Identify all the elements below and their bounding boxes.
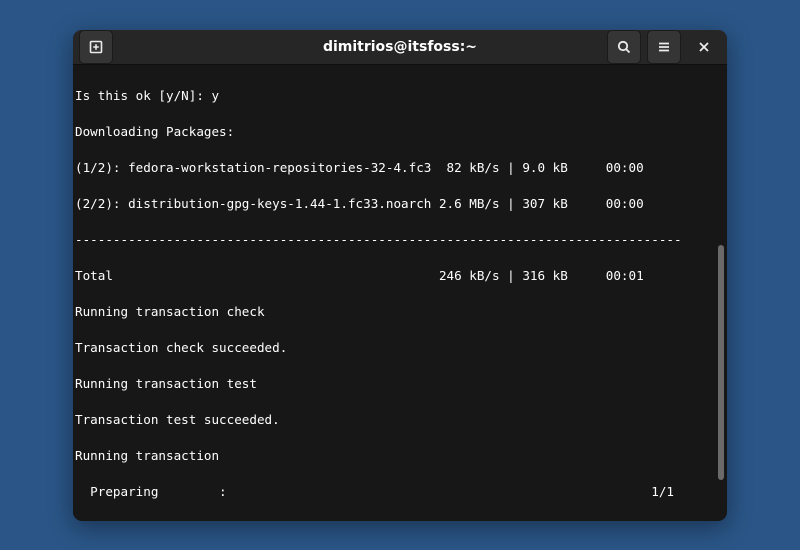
output-line: Running transaction test xyxy=(73,375,715,393)
output-line: Preparing : 1/1 xyxy=(73,483,715,501)
output-line: Running transaction check xyxy=(73,303,715,321)
new-tab-button[interactable] xyxy=(79,30,113,64)
output-line: ----------------------------------------… xyxy=(73,231,715,249)
terminal-body[interactable]: Is this ok [y/N]: y Downloading Packages… xyxy=(73,65,727,521)
window-title: dimitrios@itsfoss:~ xyxy=(323,39,477,55)
output-line: (2/2): distribution-gpg-keys-1.44-1.fc33… xyxy=(73,195,715,213)
terminal-output[interactable]: Is this ok [y/N]: y Downloading Packages… xyxy=(73,65,715,521)
titlebar: dimitrios@itsfoss:~ xyxy=(73,30,727,65)
output-line: Running transaction xyxy=(73,447,715,465)
output-line: Is this ok [y/N]: y xyxy=(73,87,715,105)
output-line: Transaction test succeeded. xyxy=(73,411,715,429)
output-line: (1/2): fedora-workstation-repositories-3… xyxy=(73,159,715,177)
search-button[interactable] xyxy=(607,30,641,64)
menu-button[interactable] xyxy=(647,30,681,64)
scrollbar[interactable] xyxy=(715,65,727,521)
output-line: Transaction check succeeded. xyxy=(73,339,715,357)
output-line: Total 246 kB/s | 316 kB 00:01 xyxy=(73,267,715,285)
output-line: Downloading Packages: xyxy=(73,123,715,141)
terminal-window: dimitrios@itsfoss:~ xyxy=(73,30,727,521)
output-line: Installing : distribution-gpg-keys-1.44-… xyxy=(73,519,715,521)
close-button[interactable] xyxy=(687,30,721,64)
scrollbar-thumb[interactable] xyxy=(718,245,724,480)
